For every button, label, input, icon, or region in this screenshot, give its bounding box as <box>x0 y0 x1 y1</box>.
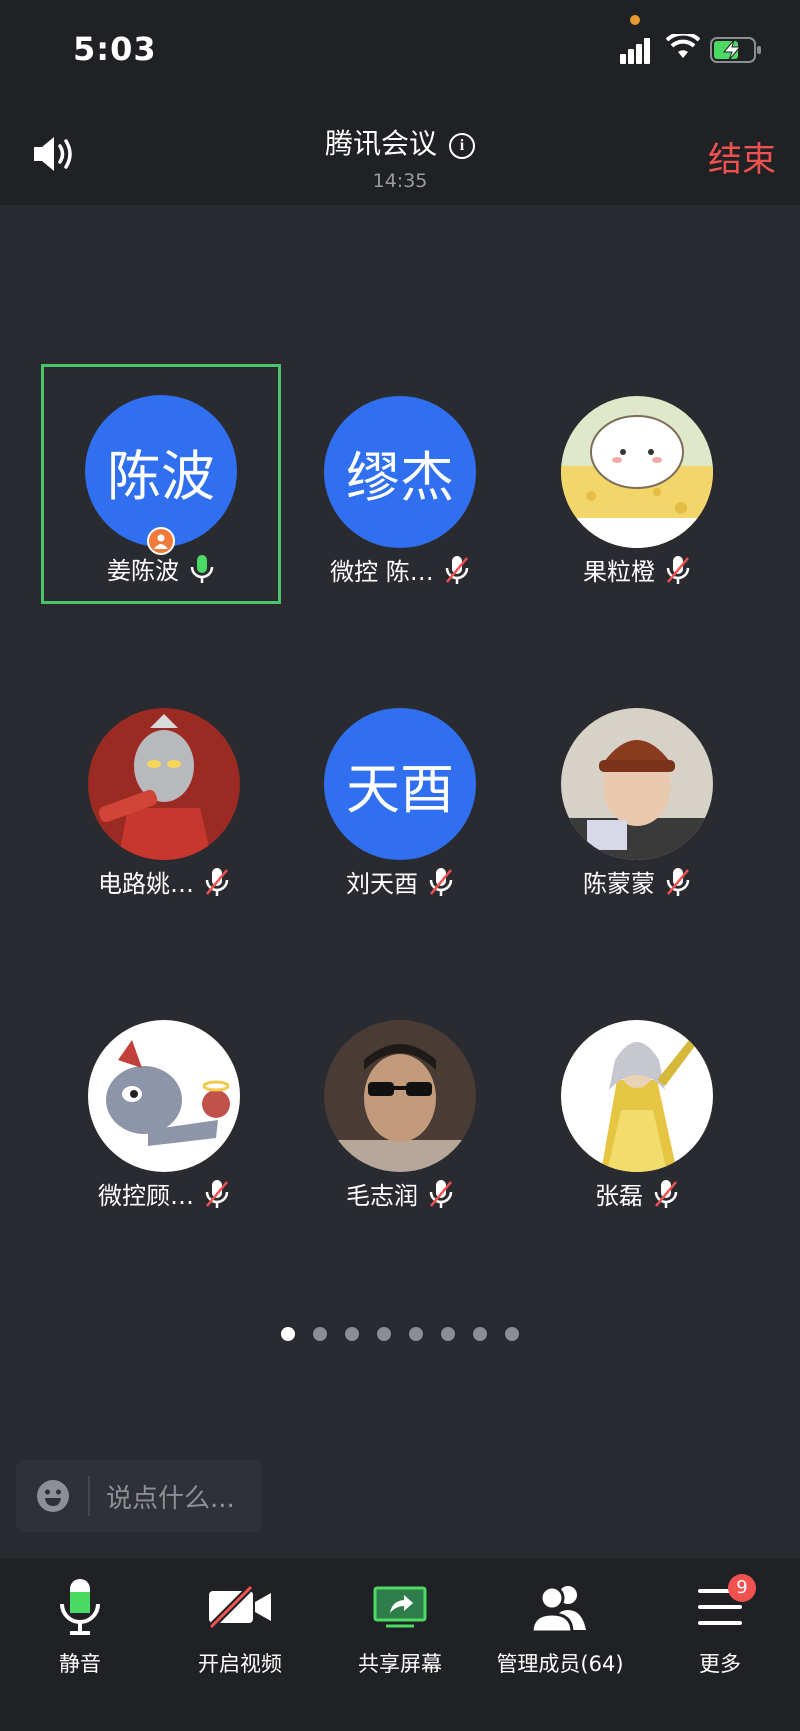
participant-tile-9[interactable]: 张磊 <box>517 988 757 1228</box>
emoji-icon[interactable] <box>36 1479 70 1513</box>
start-video-label: 开启视频 <box>198 1652 282 1676</box>
battery-charging-icon <box>710 37 761 63</box>
participant-name-line: 微控 陈… <box>280 552 520 591</box>
avatar: 缪杰 <box>324 396 476 548</box>
start-video-button[interactable]: 开启视频 <box>160 1572 320 1678</box>
page-dot[interactable] <box>505 1327 519 1341</box>
status-time: 5:03 <box>73 30 157 68</box>
participant-tile-2[interactable]: 缪杰 微控 陈… <box>280 364 520 604</box>
meeting-title-text: 腾讯会议 <box>324 127 437 160</box>
avatar-photo-sunglasses <box>324 1020 476 1172</box>
participant-name: 刘天酉 <box>346 870 418 898</box>
microphone-muted-icon <box>428 1179 454 1215</box>
signal-icon <box>620 38 650 64</box>
avatar-red-hero <box>88 708 240 860</box>
page-dot[interactable] <box>345 1327 359 1341</box>
meeting-title: 腾讯会议 i <box>0 122 800 162</box>
microphone-muted-icon <box>444 555 470 591</box>
avatar: 天酉 <box>324 708 476 860</box>
participant-name: 果粒橙 <box>583 558 655 586</box>
participant-name: 姜陈波 <box>107 557 179 585</box>
info-icon[interactable]: i <box>449 133 475 159</box>
microphone-muted-icon <box>204 1179 230 1215</box>
more-label: 更多 <box>699 1652 741 1676</box>
share-screen-icon <box>373 1586 427 1628</box>
page-dot[interactable] <box>441 1327 455 1341</box>
participant-tile-1[interactable]: 陈波 姜陈波 <box>41 364 281 604</box>
meeting-header: 腾讯会议 i 14:35 结束 <box>0 100 800 205</box>
mute-button[interactable]: 静音 <box>0 1572 160 1678</box>
participant-tile-5[interactable]: 天酉 刘天酉 <box>280 676 520 916</box>
microphone-muted-icon <box>204 867 230 903</box>
page-dot[interactable] <box>313 1327 327 1341</box>
manage-members-label: 管理成员(64) <box>496 1652 624 1676</box>
microphone-icon <box>60 1579 100 1635</box>
participant-tile-4[interactable]: 电路姚… <box>44 676 284 916</box>
meeting-duration: 14:35 <box>372 170 428 192</box>
page-dot[interactable] <box>377 1327 391 1341</box>
page-dot[interactable] <box>473 1327 487 1341</box>
participant-name: 毛志润 <box>346 1182 418 1210</box>
participant-name-line: 陈蒙蒙 <box>517 864 757 903</box>
privacy-indicator <box>630 15 640 25</box>
participant-name: 陈蒙蒙 <box>583 870 655 898</box>
participant-name: 微控 陈… <box>330 558 434 586</box>
status-bar: 5:03 <box>0 0 800 100</box>
more-button[interactable]: 9 更多 <box>640 1572 800 1678</box>
participant-name-line: 电路姚… <box>44 864 284 903</box>
avatar-photo-beanie <box>561 708 713 860</box>
manage-members-button[interactable]: 管理成员(64) <box>480 1572 640 1678</box>
divider <box>88 1476 90 1516</box>
share-screen-button[interactable]: 共享屏幕 <box>320 1572 480 1678</box>
page-indicator[interactable] <box>0 1326 800 1345</box>
page-dot[interactable] <box>281 1327 295 1341</box>
share-screen-label: 共享屏幕 <box>358 1652 442 1676</box>
participant-name-line: 刘天酉 <box>280 864 520 903</box>
participant-name-line: 姜陈波 <box>44 551 278 590</box>
microphone-muted-icon <box>653 1179 679 1215</box>
participant-name: 微控顾… <box>98 1182 194 1210</box>
participant-tile-7[interactable]: 微控顾… <box>44 988 284 1228</box>
microphone-muted-icon <box>428 867 454 903</box>
mute-label: 静音 <box>59 1652 101 1676</box>
participant-name-line: 张磊 <box>517 1176 757 1215</box>
participant-name-line: 微控顾… <box>44 1176 284 1215</box>
microphone-on-icon <box>189 554 215 590</box>
participant-name: 电路姚… <box>98 870 194 898</box>
microphone-muted-icon <box>665 555 691 591</box>
participant-name-line: 毛志润 <box>280 1176 520 1215</box>
avatar-cartoon-cat <box>88 1020 240 1172</box>
participant-tile-6[interactable]: 陈蒙蒙 <box>517 676 757 916</box>
participant-tile-8[interactable]: 毛志润 <box>280 988 520 1228</box>
avatar-golden-warrior <box>561 1020 713 1172</box>
participant-tile-3[interactable]: 果粒橙 <box>517 364 757 604</box>
end-meeting-button[interactable]: 结束 <box>708 132 776 181</box>
participant-name-line: 果粒橙 <box>517 552 757 591</box>
chat-placeholder[interactable]: 说点什么... <box>106 1478 235 1515</box>
bottom-toolbar: 静音 开启视频 共享屏幕 管理成员(64) 9 更多 <box>0 1558 800 1731</box>
page-dot[interactable] <box>409 1327 423 1341</box>
chat-input-box[interactable]: 说点什么... <box>16 1460 262 1532</box>
avatar: 陈波 <box>85 395 237 547</box>
wifi-icon <box>666 34 700 58</box>
members-icon <box>530 1585 586 1632</box>
avatar-cartoon-sheep <box>561 396 713 548</box>
microphone-muted-icon <box>665 867 691 903</box>
notification-badge: 9 <box>728 1574 756 1602</box>
video-off-icon <box>208 1585 271 1629</box>
participant-name: 张磊 <box>595 1182 643 1210</box>
